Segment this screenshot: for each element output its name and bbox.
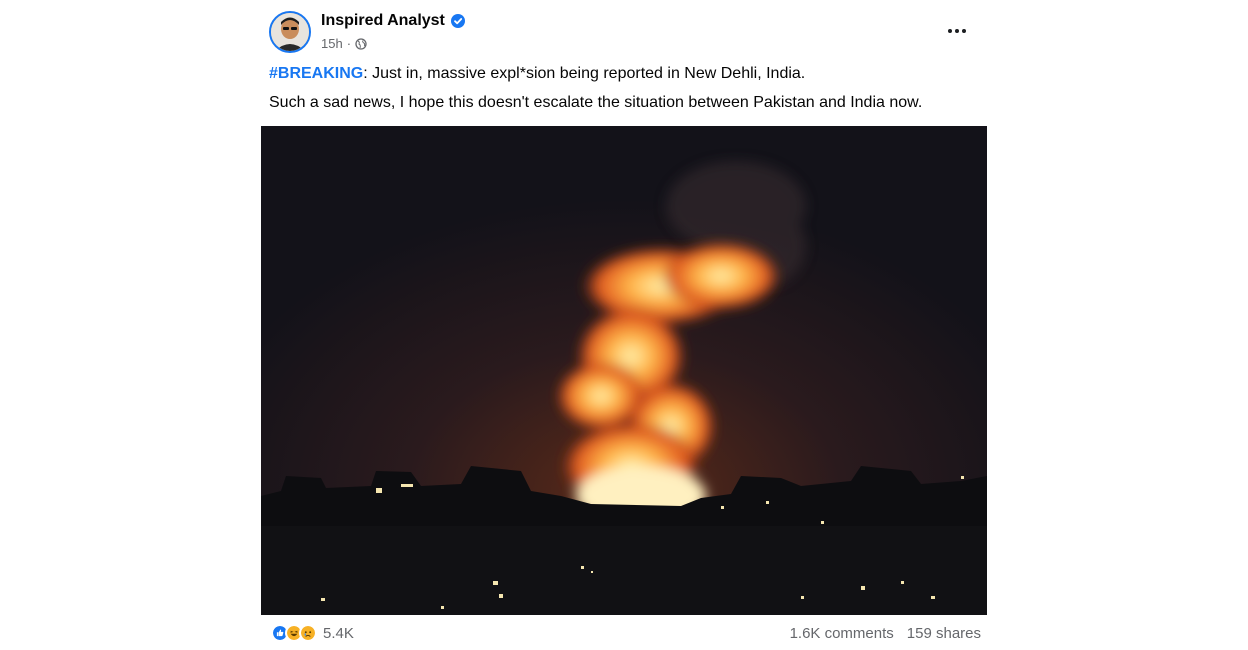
post-text-line-2: Such a sad news, I hope this doesn't esc… — [269, 94, 923, 111]
more-dot — [962, 29, 966, 33]
post-meta: 15h · — [321, 36, 367, 51]
more-dot — [948, 29, 952, 33]
more-options-button[interactable] — [943, 17, 971, 45]
reaction-count[interactable]: 5.4K — [323, 625, 354, 642]
author-name[interactable]: Inspired Analyst — [321, 12, 445, 30]
post-header: Inspired Analyst 15h · — [269, 11, 979, 55]
facebook-post: Inspired Analyst 15h · #BREAKING: Just i… — [261, 0, 987, 650]
meta-separator: · — [346, 36, 352, 51]
reactions-summary[interactable]: 5.4K — [271, 624, 354, 642]
post-text-line-1-rest: : Just in, massive expl*sion being repor… — [363, 65, 806, 82]
avatar-image — [271, 13, 309, 51]
post-text: #BREAKING: Just in, massive expl*sion be… — [269, 64, 989, 122]
post-footer: 5.4K 1.6K comments 159 shares — [271, 624, 981, 644]
shares-count[interactable]: 159 shares — [907, 625, 981, 642]
engagement-stats: 1.6K comments 159 shares — [790, 625, 981, 642]
sad-reaction-icon — [299, 624, 317, 642]
night-explosion-photo[interactable] — [261, 126, 987, 615]
verified-badge-icon — [451, 14, 465, 28]
post-text-line-1: #BREAKING: Just in, massive expl*sion be… — [269, 64, 989, 84]
author-avatar[interactable] — [269, 11, 311, 53]
comments-count[interactable]: 1.6K comments — [790, 625, 894, 642]
more-dot — [955, 29, 959, 33]
globe-icon[interactable] — [355, 37, 367, 50]
post-time[interactable]: 15h — [321, 36, 343, 51]
hashtag-link[interactable]: #BREAKING — [269, 65, 363, 82]
